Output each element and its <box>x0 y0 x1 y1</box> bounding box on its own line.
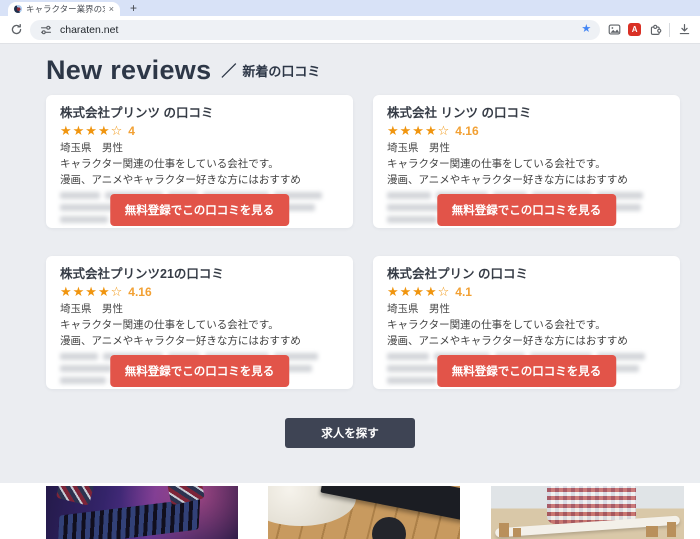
view-review-cta-button[interactable]: 無料登録でこの口コミを見る <box>110 355 290 387</box>
rating-value: 4.1 <box>455 285 472 299</box>
blurred-review-text: 無料登録でこの口コミを見る <box>60 192 339 232</box>
heading-divider: ／ <box>221 60 236 81</box>
chair-wheel-shape <box>372 517 406 539</box>
wood-block-shape <box>646 526 658 537</box>
rating-value: 4.16 <box>128 285 151 299</box>
address-bar[interactable]: charaten.net ★ <box>30 20 600 40</box>
review-line: 漫画、アニメやキャラクター好きな方にはおすすめ <box>387 174 666 187</box>
reload-icon[interactable] <box>9 23 23 37</box>
review-cards-grid: 株式会社プリンツ の口コミ ★★★★☆ 4 埼玉県 男性 キャラクター関連の仕事… <box>46 95 680 389</box>
new-tab-button[interactable]: + <box>130 2 137 14</box>
wood-block-shape <box>513 528 521 537</box>
toolbar-divider <box>669 23 670 37</box>
search-jobs-button[interactable]: 求人を探す <box>285 418 415 448</box>
tab-title: キャラクター業界の求人・転職な <box>26 3 105 15</box>
review-line: キャラクター関連の仕事をしている会社です。 <box>60 319 339 332</box>
review-line: 漫画、アニメやキャラクター好きな方にはおすすめ <box>60 174 339 187</box>
view-review-cta-button[interactable]: 無料登録でこの口コミを見る <box>437 355 617 387</box>
review-card: 株式会社プリン の口コミ ★★★★☆ 4.1 埼玉県 男性 キャラクター関連の仕… <box>373 256 680 389</box>
tab-strip: キャラクター業界の求人・転職な × + <box>0 0 700 16</box>
reviewer-meta: 埼玉県 男性 <box>387 142 666 155</box>
page-body: New reviews ／ 新着の口コミ 株式会社プリンツ の口コミ ★★★★☆… <box>0 44 700 483</box>
reviewer-meta: 埼玉県 男性 <box>60 303 339 316</box>
company-review-title: 株式会社 リンツ の口コミ <box>387 105 666 121</box>
site-favicon-icon <box>14 5 22 13</box>
image-capture-icon[interactable] <box>607 23 621 37</box>
reviewer-meta: 埼玉県 男性 <box>60 142 339 155</box>
plaid-shirt-shape <box>547 486 636 524</box>
extensions-puzzle-icon[interactable] <box>648 23 662 37</box>
rating-value: 4 <box>128 124 135 138</box>
bottom-photo-band <box>0 483 700 539</box>
review-line: キャラクター関連の仕事をしている会社です。 <box>387 319 666 332</box>
rating-value: 4.16 <box>455 124 478 138</box>
page-subtitle: 新着の口コミ <box>242 61 320 80</box>
photo-gaming-keyboard[interactable] <box>46 486 238 539</box>
browser-toolbar: charaten.net ★ A <box>0 16 700 44</box>
url-text: charaten.net <box>60 24 574 36</box>
keyboard-shape <box>57 498 200 539</box>
view-review-cta-button[interactable]: 無料登録でこの口コミを見る <box>437 194 617 226</box>
review-card: 株式会社プリンツ21の口コミ ★★★★☆ 4.16 埼玉県 男性 キャラクター関… <box>46 256 353 389</box>
review-card: 株式会社 リンツ の口コミ ★★★★☆ 4.16 埼玉県 男性 キャラクター関連… <box>373 95 680 228</box>
review-line: 漫画、アニメやキャラクター好きな方にはおすすめ <box>60 335 339 348</box>
bookmark-star-icon[interactable]: ★ <box>581 24 591 35</box>
blurred-review-text: 無料登録でこの口コミを見る <box>387 353 666 393</box>
review-line: 漫画、アニメやキャラクター好きな方にはおすすめ <box>387 335 666 348</box>
star-rating-icons: ★★★★☆ <box>387 123 450 138</box>
review-line: キャラクター関連の仕事をしている会社です。 <box>387 158 666 171</box>
blurred-review-text: 無料登録でこの口コミを見る <box>387 192 666 232</box>
plaid-cuff-shape <box>55 486 93 506</box>
section-heading: New reviews ／ 新着の口コミ <box>46 55 320 86</box>
company-review-title: 株式会社プリンツ21の口コミ <box>60 266 339 282</box>
star-rating-icons: ★★★★☆ <box>60 284 123 299</box>
company-review-title: 株式会社プリンツ の口コミ <box>60 105 339 121</box>
browser-tab[interactable]: キャラクター業界の求人・転職な × <box>8 2 120 16</box>
photo-tablet-on-floor[interactable] <box>268 486 460 539</box>
review-line: キャラクター関連の仕事をしている会社です。 <box>60 158 339 171</box>
reviewer-meta: 埼玉県 男性 <box>387 303 666 316</box>
blurred-review-text: 無料登録でこの口コミを見る <box>60 353 339 393</box>
star-rating-icons: ★★★★☆ <box>60 123 123 138</box>
page-title: New reviews <box>46 55 211 86</box>
download-icon[interactable] <box>677 23 691 37</box>
view-review-cta-button[interactable]: 無料登録でこの口コミを見る <box>110 194 290 226</box>
wood-block-shape <box>499 523 509 537</box>
site-info-icon[interactable] <box>39 23 53 37</box>
star-rating-icons: ★★★★☆ <box>387 284 450 299</box>
company-review-title: 株式会社プリン の口コミ <box>387 266 666 282</box>
pdf-extension-icon[interactable]: A <box>628 23 641 36</box>
review-card: 株式会社プリンツ の口コミ ★★★★☆ 4 埼玉県 男性 キャラクター関連の仕事… <box>46 95 353 228</box>
wood-block-shape <box>667 522 676 537</box>
tab-close-icon[interactable]: × <box>109 5 114 14</box>
photo-woodworking[interactable] <box>491 486 684 539</box>
